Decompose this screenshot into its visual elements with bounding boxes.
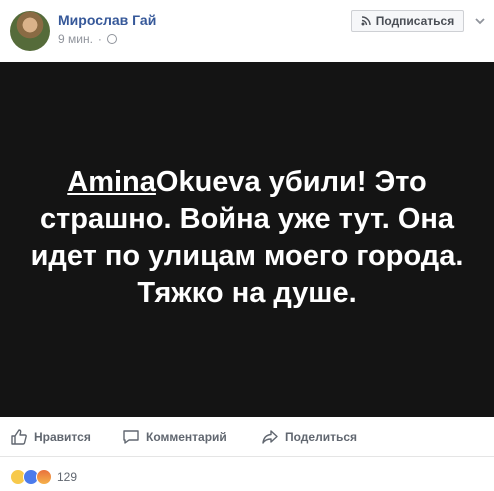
post-meta: 9 мин. · [58, 32, 117, 46]
post-text: AminaOkueva убили! Это страшно. Война уж… [27, 164, 467, 312]
comment-icon [123, 430, 139, 444]
subscribe-label: Подписаться [375, 14, 455, 28]
author-avatar[interactable] [10, 11, 50, 51]
post-time[interactable]: 9 мин. [58, 32, 93, 46]
post-header: Мирослав Гай 9 мин. · Подписаться [0, 0, 494, 62]
reaction-count: 129 [57, 470, 78, 484]
thumbs-up-icon [11, 429, 27, 445]
mention-link[interactable]: Amina [67, 166, 156, 198]
like-label: Нравится [34, 430, 91, 444]
comment-label: Комментарий [146, 430, 227, 444]
like-button[interactable]: Нравится [10, 428, 91, 446]
subscribe-button[interactable]: Подписаться [351, 10, 464, 32]
post-text-card: AminaOkueva убили! Это страшно. Война уж… [0, 62, 494, 417]
share-icon [262, 430, 278, 444]
share-label: Поделиться [285, 430, 358, 444]
comment-button[interactable]: Комментарий [122, 428, 227, 446]
action-bar: Нравится Комментарий Поделиться [0, 417, 494, 457]
share-button[interactable]: Поделиться [261, 428, 357, 446]
reactions-summary[interactable]: 129 [10, 468, 77, 486]
rss-icon [361, 16, 371, 26]
angry-reaction-icon [36, 469, 52, 485]
author-name[interactable]: Мирослав Гай [58, 12, 156, 28]
globe-icon [106, 34, 117, 44]
chevron-down-icon[interactable] [474, 16, 486, 26]
meta-separator: · [97, 32, 102, 46]
